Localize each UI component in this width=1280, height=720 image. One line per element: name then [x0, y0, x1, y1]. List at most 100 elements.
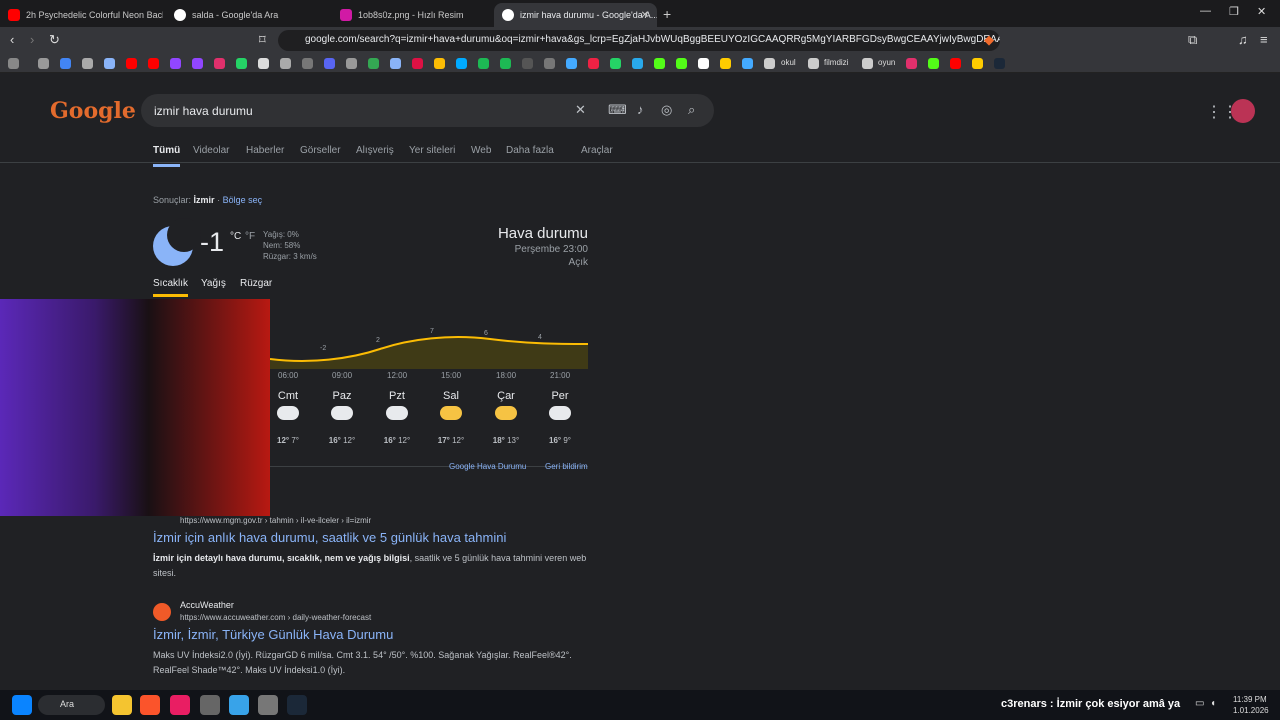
kick-icon[interactable] [676, 58, 687, 69]
steam-icon[interactable] [994, 58, 1005, 69]
clock-time[interactable]: 11:39 PM [1233, 695, 1267, 704]
google-doodle-logo[interactable]: Google [50, 98, 136, 124]
bookmark-icon[interactable] [82, 58, 93, 69]
result-title[interactable]: İzmir için anlık hava durumu, saatlik ve… [153, 530, 506, 545]
youtube-icon[interactable] [950, 58, 961, 69]
back-icon[interactable]: ‹ [10, 32, 14, 47]
browser-tab[interactable]: salda - Google'da Ara [166, 3, 329, 27]
taskbar-app-icon[interactable] [229, 695, 249, 715]
unit-fahrenheit[interactable]: °F [245, 231, 255, 242]
bookmark-folder-label[interactable]: filmdizi [824, 58, 848, 67]
bookmark-icon[interactable] [588, 58, 599, 69]
microphone-icon[interactable]: ♪ [637, 102, 644, 117]
tab-all[interactable]: Tümü [153, 145, 181, 167]
tab-tools[interactable]: Araçlar [581, 145, 613, 156]
brave-shield-icon[interactable]: ◆ [984, 32, 994, 48]
kick-icon[interactable] [654, 58, 665, 69]
bookmark-icon[interactable] [698, 58, 709, 69]
new-tab-button[interactable]: + [663, 6, 671, 22]
bookmark-icon[interactable] [972, 58, 983, 69]
bookmark-icon[interactable] [368, 58, 379, 69]
minimize-icon[interactable]: — [1200, 5, 1211, 17]
search-icon[interactable]: ⌕ [688, 102, 695, 118]
bookmark-icon[interactable] [456, 58, 467, 69]
browser-tab[interactable]: 2h Psychedelic Colorful Neon Backgr... [0, 3, 163, 27]
twitch-icon[interactable] [192, 58, 203, 69]
github-icon[interactable] [544, 58, 555, 69]
x-icon[interactable] [258, 58, 269, 69]
result-url[interactable]: https://www.mgm.gov.tr › tahmin › il-ve-… [180, 516, 371, 525]
day-label[interactable]: Sal [431, 390, 471, 402]
forward-icon[interactable]: › [30, 32, 34, 47]
media-icon[interactable]: ♫ [1238, 32, 1248, 47]
bookmark-icon[interactable] [104, 58, 115, 69]
tab-news[interactable]: Haberler [246, 145, 284, 156]
taskbar-search[interactable]: Ara [38, 695, 105, 715]
menu-icon[interactable]: ≡ [1260, 32, 1268, 47]
bookmark-icon[interactable] [906, 58, 917, 69]
steam-icon[interactable] [287, 695, 307, 715]
folder-icon[interactable] [764, 58, 775, 69]
bookmark-icon[interactable] [236, 58, 247, 69]
taskbar-app-icon[interactable] [258, 695, 278, 715]
url-field[interactable]: google.com/search?q=izmir+hava+durumu&oq… [278, 30, 1000, 51]
clock-date[interactable]: 1.01.2026 [1233, 706, 1269, 715]
youtube-icon[interactable] [126, 58, 137, 69]
clear-icon[interactable]: ✕ [575, 102, 586, 118]
keyboard-icon[interactable]: ⌨ [608, 102, 627, 118]
folder-icon[interactable] [808, 58, 819, 69]
file-explorer-icon[interactable] [112, 695, 132, 715]
bookmark-icon[interactable] [566, 58, 577, 69]
discord-icon[interactable] [324, 58, 335, 69]
tab-temperature[interactable]: Sıcaklık [153, 278, 189, 297]
network-icon[interactable]: ▭ [1195, 698, 1204, 709]
spotify-icon[interactable] [500, 58, 511, 69]
kick-icon[interactable] [928, 58, 939, 69]
whatsapp-icon[interactable] [610, 58, 621, 69]
tab-videos[interactable]: Videolar [193, 145, 230, 156]
search-input[interactable]: izmir hava durumu [154, 104, 253, 118]
tab-wind[interactable]: Rüzgar [240, 278, 272, 289]
taskbar-app-icon[interactable] [200, 695, 220, 715]
bookmark-icon[interactable] [390, 58, 401, 69]
tab-images[interactable]: Görseller [300, 145, 341, 156]
choose-region-link[interactable]: Bölge seç [223, 195, 263, 205]
telegram-icon[interactable] [632, 58, 643, 69]
youtube-icon[interactable] [148, 58, 159, 69]
close-window-icon[interactable]: ✕ [1257, 5, 1266, 18]
tab-more[interactable]: Daha fazla [506, 145, 554, 156]
reload-icon[interactable]: ↻ [49, 32, 60, 48]
day-label[interactable]: Pzt [377, 390, 417, 402]
bookmark-icon[interactable] [412, 58, 423, 69]
avatar[interactable] [1231, 99, 1255, 123]
media-player-icon[interactable] [170, 695, 190, 715]
unit-celsius[interactable]: °C [230, 231, 241, 242]
drive-icon[interactable] [434, 58, 445, 69]
bookmark-icon[interactable] [280, 58, 291, 69]
source-link[interactable]: Google Hava Durumu [449, 462, 526, 471]
bookmark-icon[interactable] [346, 58, 357, 69]
volume-icon[interactable]: ◖ [1210, 698, 1216, 709]
bookmark-icon[interactable]: ⌑ [259, 32, 266, 48]
result-site[interactable]: AccuWeather [180, 600, 234, 610]
bookmark-icon[interactable] [720, 58, 731, 69]
history-icon[interactable] [38, 58, 49, 69]
result-url[interactable]: https://www.accuweather.com › daily-weat… [180, 613, 371, 622]
bookmark-icon[interactable] [522, 58, 533, 69]
bookmark-folder-label[interactable]: okul [781, 58, 796, 67]
search-box[interactable]: izmir hava durumu ✕ ⌨ ♪ ◎ ⌕ [141, 94, 714, 127]
windows-icon[interactable] [12, 695, 32, 715]
browser-tab[interactable]: 1ob8s0z.png - Hızlı Resim [332, 3, 495, 27]
result-title[interactable]: İzmir, İzmir, Türkiye Günlük Hava Durumu [153, 627, 393, 642]
spotify-icon[interactable] [478, 58, 489, 69]
bookmark-folder-label[interactable]: oyun [878, 58, 895, 67]
bookmark-icon[interactable] [302, 58, 313, 69]
feedback-link[interactable]: Geri bildirim [545, 462, 588, 471]
day-label[interactable]: Per [540, 390, 580, 402]
brave-icon[interactable] [140, 695, 160, 715]
close-icon[interactable]: ✕ [641, 10, 649, 21]
day-label[interactable]: Çar [486, 390, 526, 402]
tab-shopping[interactable]: Alışveriş [356, 145, 394, 156]
tab-precipitation[interactable]: Yağış [201, 278, 226, 289]
tab-places[interactable]: Yer siteleri [409, 145, 455, 156]
